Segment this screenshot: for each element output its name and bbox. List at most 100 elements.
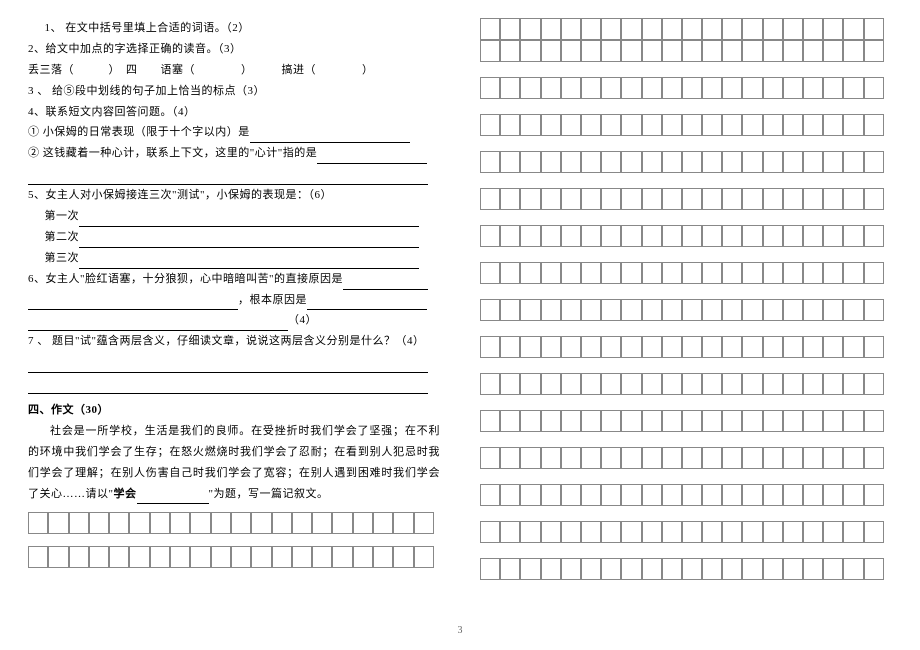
essay-grid-cell[interactable] <box>642 558 662 580</box>
essay-grid-cell[interactable] <box>662 262 682 284</box>
essay-grid-cell[interactable] <box>803 77 823 99</box>
essay-grid-cell[interactable] <box>480 188 500 210</box>
essay-grid-cell[interactable] <box>642 262 662 284</box>
essay-grid-cell[interactable] <box>722 262 742 284</box>
essay-grid-cell[interactable] <box>561 114 581 136</box>
essay-grid-cell[interactable] <box>581 40 601 62</box>
essay-grid-cell[interactable] <box>480 262 500 284</box>
essay-grid-cell[interactable] <box>561 77 581 99</box>
essay-grid-cell[interactable] <box>803 484 823 506</box>
essay-grid-row[interactable] <box>480 225 892 247</box>
essay-grid-cell[interactable] <box>864 225 884 247</box>
q6-blank3[interactable] <box>307 309 427 310</box>
essay-grid-cell[interactable] <box>682 77 702 99</box>
essay-grid-cell[interactable] <box>783 77 803 99</box>
essay-grid-cell[interactable] <box>662 558 682 580</box>
essay-grid-cell[interactable] <box>601 410 621 432</box>
essay-grid-cell[interactable] <box>783 18 803 40</box>
essay-grid-cell[interactable] <box>190 512 210 534</box>
essay-grid-cell[interactable] <box>541 484 561 506</box>
essay-grid-cell[interactable] <box>843 336 863 358</box>
essay-grid-cell[interactable] <box>682 373 702 395</box>
essay-grid-cell[interactable] <box>803 151 823 173</box>
essay-grid-cell[interactable] <box>682 521 702 543</box>
essay-grid-cell[interactable] <box>601 521 621 543</box>
essay-grid-doublerow[interactable] <box>480 18 892 62</box>
essay-grid-cell[interactable] <box>763 151 783 173</box>
essay-grid-cell[interactable] <box>601 262 621 284</box>
essay-grid-cell[interactable] <box>561 299 581 321</box>
essay-grid-cell[interactable] <box>843 299 863 321</box>
essay-grid-cell[interactable] <box>48 512 68 534</box>
essay-grid-cell[interactable] <box>702 299 722 321</box>
essay-grid-cell[interactable] <box>803 373 823 395</box>
essay-grid-cell[interactable] <box>722 410 742 432</box>
essay-grid-cell[interactable] <box>581 373 601 395</box>
essay-grid-cell[interactable] <box>682 336 702 358</box>
essay-grid-cell[interactable] <box>642 188 662 210</box>
essay-grid-cell[interactable] <box>823 151 843 173</box>
essay-grid-row[interactable] <box>480 299 892 321</box>
essay-grid-cell[interactable] <box>763 336 783 358</box>
essay-grid-cell[interactable] <box>783 262 803 284</box>
essay-grid-cell[interactable] <box>783 114 803 136</box>
essay-grid-cell[interactable] <box>642 18 662 40</box>
essay-grid-cell[interactable] <box>581 77 601 99</box>
essay-grid-cell[interactable] <box>480 410 500 432</box>
essay-grid-cell[interactable] <box>621 188 641 210</box>
essay-grid-cell[interactable] <box>621 262 641 284</box>
essay-grid-cell[interactable] <box>541 521 561 543</box>
essay-grid-cell[interactable] <box>783 40 803 62</box>
essay-grid-cell[interactable] <box>823 447 843 469</box>
essay-grid-cell[interactable] <box>150 512 170 534</box>
essay-grid-cell[interactable] <box>763 373 783 395</box>
essay-grid-cell[interactable] <box>823 336 843 358</box>
essay-grid-cell[interactable] <box>251 546 271 568</box>
essay-grid-cell[interactable] <box>211 512 231 534</box>
essay-grid-cell[interactable] <box>682 225 702 247</box>
essay-grid-cell[interactable] <box>581 188 601 210</box>
essay-grid-cell[interactable] <box>642 484 662 506</box>
essay-grid-cell[interactable] <box>864 40 884 62</box>
essay-grid-cell[interactable] <box>702 18 722 40</box>
essay-grid-cell[interactable] <box>662 521 682 543</box>
essay-grid-row[interactable] <box>480 40 892 62</box>
essay-grid-row[interactable] <box>480 188 892 210</box>
essay-grid-row[interactable] <box>28 512 440 534</box>
essay-grid-cell[interactable] <box>500 373 520 395</box>
essay-grid-cell[interactable] <box>742 225 762 247</box>
essay-grid-cell[interactable] <box>561 447 581 469</box>
essay-grid-cell[interactable] <box>393 512 413 534</box>
essay-grid-cell[interactable] <box>843 225 863 247</box>
essay-grid-cell[interactable] <box>763 447 783 469</box>
essay-grid-cell[interactable] <box>500 40 520 62</box>
essay-grid-cell[interactable] <box>763 114 783 136</box>
essay-grid-cell[interactable] <box>170 546 190 568</box>
essay-grid-cell[interactable] <box>480 484 500 506</box>
essay-grid-cell[interactable] <box>541 40 561 62</box>
essay-grid-cell[interactable] <box>742 558 762 580</box>
essay-grid-cell[interactable] <box>621 40 641 62</box>
essay-grid-cell[interactable] <box>332 546 352 568</box>
essay-grid-cell[interactable] <box>480 447 500 469</box>
essay-grid-cell[interactable] <box>682 262 702 284</box>
essay-grid-cell[interactable] <box>541 18 561 40</box>
essay-grid-cell[interactable] <box>621 558 641 580</box>
essay-grid-cell[interactable] <box>480 521 500 543</box>
essay-grid-cell[interactable] <box>702 484 722 506</box>
essay-grid-cell[interactable] <box>642 114 662 136</box>
essay-grid-cell[interactable] <box>170 512 190 534</box>
essay-grid-cell[interactable] <box>843 188 863 210</box>
essay-grid-cell[interactable] <box>662 299 682 321</box>
essay-grid-cell[interactable] <box>702 262 722 284</box>
essay-grid-cell[interactable] <box>642 77 662 99</box>
essay-grid-cell[interactable] <box>682 40 702 62</box>
essay-grid-cell[interactable] <box>722 18 742 40</box>
essay-grid-cell[interactable] <box>823 410 843 432</box>
essay-grid-cell[interactable] <box>864 188 884 210</box>
essay-grid-cell[interactable] <box>89 512 109 534</box>
essay-grid-cell[interactable] <box>500 114 520 136</box>
essay-grid-cell[interactable] <box>28 512 48 534</box>
essay-grid-cell[interactable] <box>864 336 884 358</box>
essay-grid-cell[interactable] <box>541 336 561 358</box>
